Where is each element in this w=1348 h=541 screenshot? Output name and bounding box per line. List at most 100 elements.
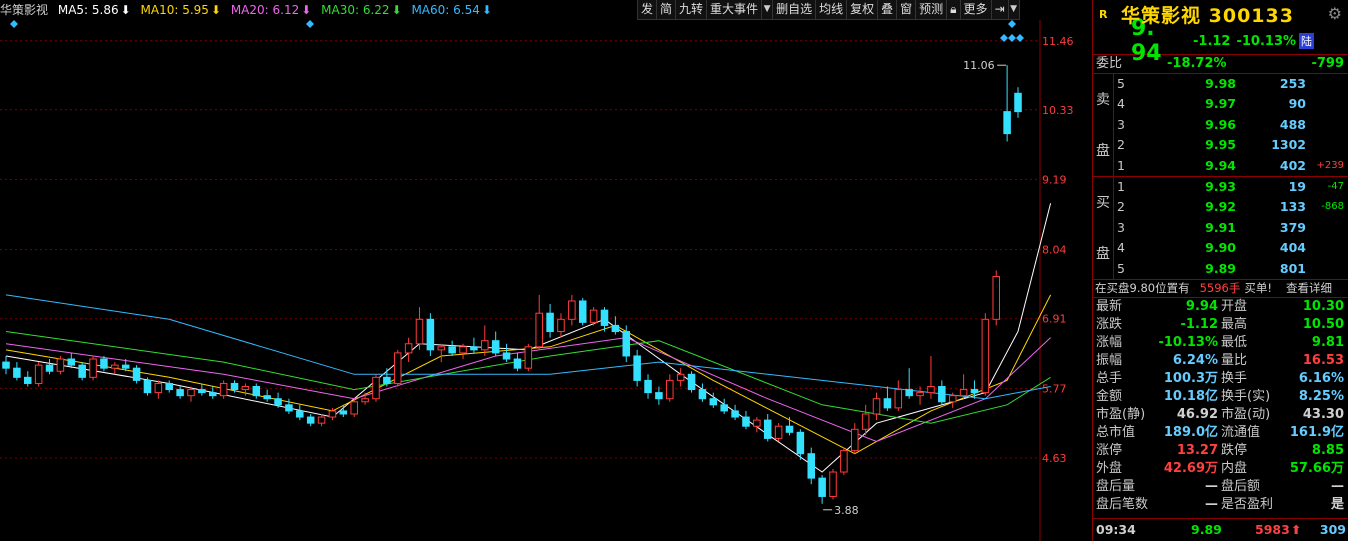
- candle-body: [187, 389, 195, 397]
- event-diamond-icon: [10, 20, 18, 28]
- toolbar-jiuzhuan-button[interactable]: 九转: [675, 0, 708, 20]
- buy-book: 买盘 1 9.93 19 -47 2 9.92 133 -868 3 9.91 379 4 9.90 40…: [1093, 176, 1348, 279]
- candle-body: [818, 477, 826, 497]
- price-line: 9. 94 -1.12 -10.13% 陆: [1093, 16, 1348, 66]
- sell-order-row[interactable]: 5 9.98 253: [1114, 74, 1348, 94]
- up-arrow-icon: ⬆: [1291, 522, 1302, 537]
- kline-svg[interactable]: 11.46 10.33 9.19 8.04 6.91 5.77 4.63 11.06 3.88: [0, 0, 1092, 541]
- candle-body: [89, 358, 97, 378]
- expand-panel-icon[interactable]: ⇥: [990, 0, 1009, 20]
- stat-value: —: [1205, 478, 1218, 494]
- ma60-label: MA60: 6.54: [411, 3, 480, 17]
- gear-icon[interactable]: ⚙: [1328, 4, 1342, 23]
- weibi-diff: -799: [1311, 56, 1344, 71]
- ma-legend: 华策影视 MA5: 5.86 ⬇ MA10: 5.95 ⬇ MA20: 6.12 ⬇ …: [0, 0, 498, 20]
- sell-order-row[interactable]: 1 9.94 402 +239: [1114, 156, 1348, 176]
- view-detail-link[interactable]: 查看详细: [1286, 280, 1332, 297]
- sell-side-label: 卖盘: [1093, 74, 1114, 176]
- stat-row: 盘后量 — 盘后额 —: [1093, 478, 1348, 496]
- candle-body: [600, 309, 609, 326]
- candle-body: [306, 416, 315, 424]
- order-price: 9.92: [1205, 199, 1236, 215]
- stat-label: 涨幅: [1096, 334, 1123, 350]
- stat-label: 总市值: [1096, 424, 1136, 440]
- y-tick-label: 9.19: [1042, 173, 1067, 186]
- more-dropdown-icon[interactable]: ▼: [1007, 0, 1020, 20]
- sell-order-row[interactable]: 3 9.96 488: [1114, 115, 1348, 135]
- candle-body: [513, 358, 522, 369]
- stat-label: 涨停: [1096, 442, 1123, 458]
- kline-chart[interactable]: 11.46 10.33 9.19 8.04 6.91 5.77 4.63 11.06 3.88 …: [0, 0, 1092, 541]
- stat-value: 6.16%: [1298, 370, 1344, 386]
- stat-value: 43.30: [1302, 406, 1344, 422]
- toolbar-fa-button[interactable]: 发: [637, 0, 658, 20]
- order-volume: 133: [1279, 199, 1306, 215]
- candle-body: [981, 318, 990, 394]
- candle-body: [393, 352, 402, 384]
- candle-body: [938, 386, 946, 403]
- candle-body: [546, 312, 554, 333]
- y-tick-label: 10.33: [1042, 104, 1074, 117]
- order-level: 1: [1117, 178, 1125, 194]
- weibi-row: 委比 -18.72% -799: [1093, 55, 1348, 73]
- stat-label: 最高: [1221, 316, 1248, 332]
- stat-label: 涨跌: [1096, 316, 1123, 332]
- candle-body: [829, 471, 837, 497]
- event-diamond-icon: [1016, 34, 1024, 42]
- stat-label: 金额: [1096, 388, 1123, 404]
- buy-order-row[interactable]: 4 9.90 404: [1114, 238, 1348, 258]
- candle-body: [676, 373, 685, 381]
- order-price: 9.89: [1205, 260, 1236, 276]
- stat-label: 跌停: [1221, 442, 1248, 458]
- candle-body: [448, 346, 456, 354]
- candle-body: [45, 364, 54, 372]
- toolbar-major-events-button[interactable]: 重大事件: [706, 0, 763, 20]
- buy-order-row[interactable]: 1 9.93 19 -47: [1114, 177, 1348, 197]
- toolbar-adjust-button[interactable]: 复权: [846, 0, 879, 20]
- toolbar-more-button[interactable]: 更多: [959, 0, 992, 20]
- toolbar-overlay-button[interactable]: 叠: [877, 0, 898, 20]
- lock-icon[interactable]: 🔒︎: [946, 0, 961, 20]
- candle-body: [1014, 92, 1022, 113]
- candle-body: [23, 376, 32, 384]
- buy-order-row[interactable]: 2 9.92 133 -868: [1114, 197, 1348, 217]
- toolbar-ma-button[interactable]: 均线: [815, 0, 848, 20]
- stat-label: 内盘: [1221, 460, 1248, 476]
- candle-body: [1003, 111, 1011, 135]
- toolbar-window-button[interactable]: 窗: [896, 0, 917, 20]
- candle-body: [785, 425, 794, 433]
- candle-body: [720, 404, 728, 412]
- stat-row: 总手 100.3万 换手 6.16%: [1093, 370, 1348, 388]
- price-change: -1.12: [1193, 33, 1231, 49]
- candle-body: [176, 389, 184, 397]
- buy-order-row[interactable]: 5 9.89 801: [1114, 259, 1348, 279]
- buy-order-row[interactable]: 3 9.91 379: [1114, 218, 1348, 238]
- stat-value: 8.25%: [1298, 388, 1344, 404]
- candle-body: [796, 431, 805, 455]
- stat-label: 量比: [1221, 352, 1248, 368]
- stat-value: 161.9亿: [1289, 424, 1344, 440]
- candle-body: [56, 358, 65, 372]
- stat-value: 10.50: [1302, 316, 1344, 332]
- toolbar-remove-watchlist-button[interactable]: 删自选: [772, 0, 817, 20]
- stat-value: 57.66万: [1289, 460, 1344, 476]
- y-tick-label: 4.63: [1042, 452, 1067, 465]
- sell-order-row[interactable]: 2 9.95 1302: [1114, 135, 1348, 155]
- sell-order-row[interactable]: 4 9.97 90: [1114, 94, 1348, 114]
- toolbar-forecast-button[interactable]: 预测: [915, 0, 948, 20]
- toolbar-jian-button[interactable]: 简: [656, 0, 677, 20]
- order-level: 4: [1117, 96, 1125, 112]
- stat-value: 13.27: [1176, 442, 1218, 458]
- order-level: 2: [1117, 199, 1125, 215]
- stat-label: 振幅: [1096, 352, 1123, 368]
- candle-body: [753, 419, 761, 427]
- candle-body: [415, 318, 424, 345]
- stock-name: 华策影视: [1121, 4, 1202, 27]
- candle-body: [916, 392, 924, 397]
- candle-body: [426, 318, 435, 351]
- candle-body: [589, 309, 598, 323]
- candle-body: [350, 401, 358, 415]
- order-price: 9.97: [1205, 96, 1236, 112]
- candle-body: [241, 386, 250, 391]
- order-level: 1: [1117, 157, 1125, 173]
